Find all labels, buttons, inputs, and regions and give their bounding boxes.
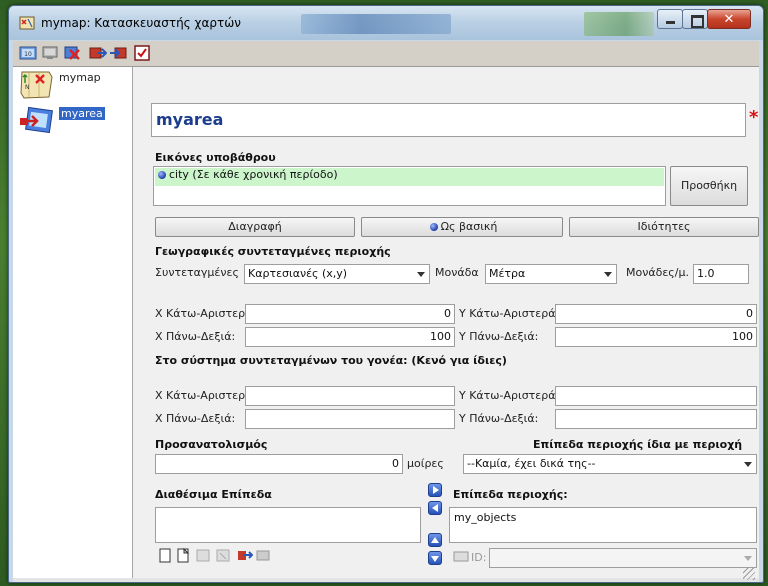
x-bottom-left-field[interactable]: 0: [245, 304, 455, 324]
id-icon: [453, 551, 469, 562]
parent-y-top-right-field[interactable]: [555, 409, 757, 429]
area-name-field[interactable]: myarea: [151, 103, 746, 137]
checkbox-icon[interactable]: [133, 44, 151, 62]
parent-y-bottom-left-label: Y Κάτω-Αριστερά:: [459, 389, 560, 402]
move-down-button[interactable]: [428, 551, 442, 565]
area-layers-heading: Επίπεδα περιοχής:: [453, 488, 568, 501]
move-right-button[interactable]: [428, 483, 442, 497]
app-map-icon: [19, 16, 35, 30]
delete-background-button[interactable]: Διαγραφή: [155, 217, 355, 237]
remove-layer-icon: [256, 550, 270, 561]
window-title: mymap: Κατασκευαστής χαρτών: [41, 16, 241, 30]
list-item[interactable]: city (Σε κάθε χρονική περίοδο): [155, 168, 664, 186]
import-icon[interactable]: [109, 44, 127, 62]
geo-coords-heading: Γεωγραφικές συντεταγμένες περιοχής: [155, 245, 391, 258]
chevron-down-icon: [744, 556, 752, 561]
units-per-label: Μονάδες/μ.: [626, 266, 689, 279]
main-toolbar: 10: [13, 41, 759, 67]
globe-icon: [429, 223, 438, 231]
unit-select[interactable]: Μέτρα: [485, 264, 617, 284]
id-label: ID:: [471, 551, 487, 564]
coords-type-select[interactable]: Καρτεσιανές (x,y): [244, 264, 430, 284]
new-layer-icon[interactable]: [157, 548, 173, 563]
title-bar[interactable]: mymap: Κατασκευαστής χαρτών ✕: [9, 6, 763, 40]
background-images-list[interactable]: city (Σε κάθε χρονική περίοδο): [153, 166, 666, 206]
tree-item-mymap[interactable]: N mymap: [19, 69, 129, 103]
resize-grip[interactable]: [743, 568, 755, 580]
unit-label: Μονάδα: [435, 266, 479, 279]
area-layers-list[interactable]: my_objects: [449, 507, 757, 543]
x-bottom-left-label: X Κάτω-Αριστερά:: [155, 307, 257, 320]
parent-coords-heading: Στο σύστημα συντεταγμένων του γονέα: (Κε…: [155, 354, 507, 367]
chevron-down-icon: [604, 272, 612, 277]
move-left-button[interactable]: [428, 501, 442, 515]
zoom-icon[interactable]: 10: [19, 44, 37, 62]
chevron-down-icon: [744, 462, 752, 467]
status-bar: [13, 578, 759, 582]
parent-x-bottom-left-label: X Κάτω-Αριστερά:: [155, 389, 257, 402]
minimize-button[interactable]: [657, 9, 683, 29]
units-per-field[interactable]: 1.0: [693, 264, 749, 284]
chevron-down-icon: [417, 272, 425, 277]
map-icon: N: [20, 71, 53, 99]
area-form: myarea * Εικόνες υποβάθρου city (Σε κάθε…: [137, 67, 759, 578]
close-icon: ✕: [723, 12, 735, 27]
app-window: mymap: Κατασκευαστής χαρτών ✕ 10 N mymap…: [8, 5, 764, 583]
new-layer-alt-icon[interactable]: [175, 548, 191, 563]
required-marker: *: [749, 107, 759, 128]
area-name-value: myarea: [156, 110, 224, 129]
parent-y-bottom-left-field[interactable]: [555, 386, 757, 406]
orientation-unit: μοίρες: [407, 457, 444, 470]
area-icon: [20, 106, 53, 134]
svg-text:N: N: [25, 84, 30, 91]
tree-item-myarea[interactable]: myarea: [19, 105, 129, 139]
tree-item-label: myarea: [59, 107, 105, 120]
close-button[interactable]: ✕: [707, 9, 751, 29]
coords-label: Συντεταγμένες: [155, 266, 239, 279]
add-background-button[interactable]: Προσθήκη: [670, 166, 748, 206]
edit-layer-icon: [196, 549, 210, 562]
available-layers-list[interactable]: [155, 507, 421, 543]
y-top-right-label: Y Πάνω-Δεξιά:: [459, 330, 539, 343]
client-area: N mymap myarea myarea * Εικόνες υποβάθρο…: [13, 67, 759, 578]
export-icon[interactable]: [89, 44, 107, 62]
x-top-right-label: X Πάνω-Δεξιά:: [155, 330, 236, 343]
orientation-field[interactable]: 0: [155, 454, 403, 474]
delete-map-icon[interactable]: [63, 44, 81, 62]
background-images-heading: Εικόνες υποβάθρου: [155, 151, 276, 164]
taskbar-ghost: [301, 14, 451, 34]
maximize-button[interactable]: [682, 9, 708, 29]
parent-y-top-right-label: Y Πάνω-Δεξιά:: [459, 412, 539, 425]
list-item[interactable]: my_objects: [454, 511, 516, 524]
parent-x-bottom-left-field[interactable]: [245, 386, 455, 406]
screen-icon[interactable]: [41, 44, 59, 62]
move-layer-icon[interactable]: [237, 548, 253, 563]
globe-icon: [158, 171, 166, 179]
taskbar-ghost-2: [584, 12, 654, 36]
move-up-button[interactable]: [428, 533, 442, 547]
id-select[interactable]: [489, 548, 757, 568]
y-bottom-left-label: Y Κάτω-Αριστερά:: [459, 307, 560, 320]
background-properties-button[interactable]: Ιδιότητες: [569, 217, 759, 237]
tree-item-label: mymap: [59, 71, 101, 84]
orientation-heading: Προσανατολισμός: [155, 438, 268, 451]
map-tree[interactable]: N mymap myarea: [13, 67, 133, 578]
layers-same-select[interactable]: --Καμία, έχει δικά της--: [463, 454, 757, 474]
layers-same-heading: Επίπεδα περιοχής ίδια με περιοχή: [533, 438, 743, 451]
parent-x-top-right-label: X Πάνω-Δεξιά:: [155, 412, 236, 425]
available-layers-heading: Διαθέσιμα Επίπεδα: [155, 488, 272, 501]
y-top-right-field[interactable]: 100: [555, 327, 757, 347]
layer-props-icon: [216, 549, 230, 562]
y-bottom-left-field[interactable]: 0: [555, 304, 757, 324]
svg-text:10: 10: [24, 51, 32, 58]
parent-x-top-right-field[interactable]: [245, 409, 455, 429]
set-as-base-button[interactable]: Ως βασική: [361, 217, 563, 237]
x-top-right-field[interactable]: 100: [245, 327, 455, 347]
